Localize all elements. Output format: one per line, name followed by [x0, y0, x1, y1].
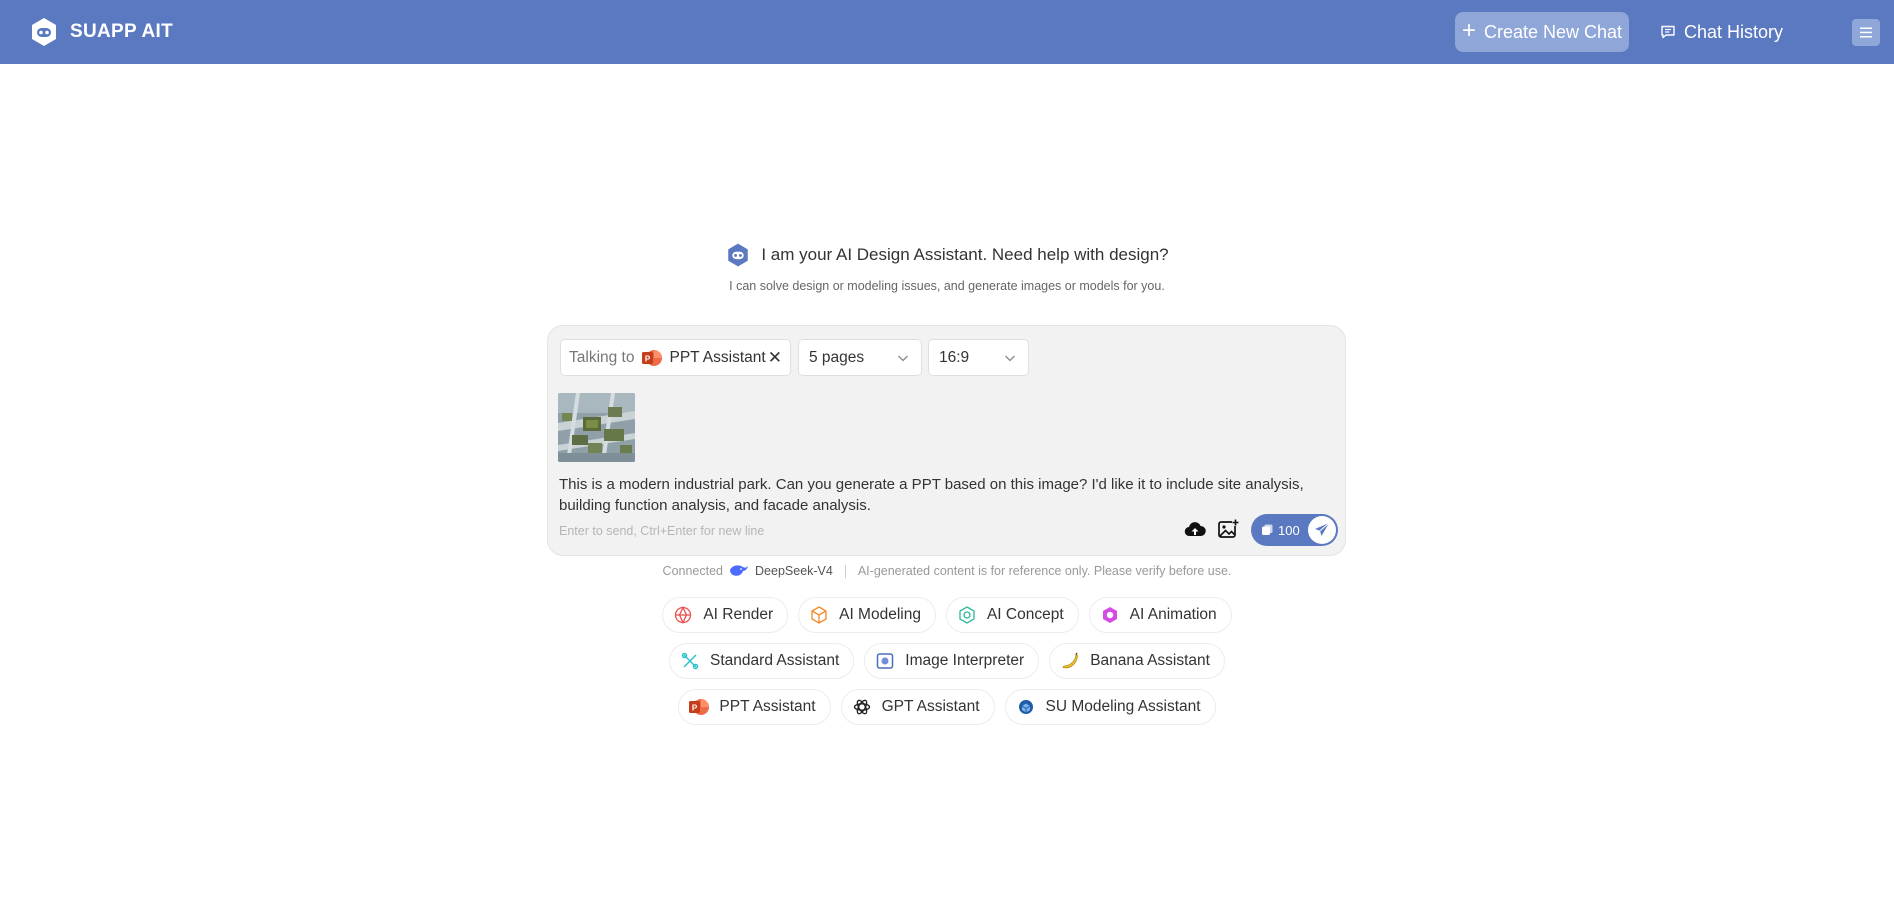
- chip-ppt-assistant[interactable]: P PPT Assistant: [678, 689, 831, 725]
- chevron-down-icon: [1005, 355, 1015, 362]
- chevron-down-icon: [898, 355, 908, 362]
- connected-label: Connected: [662, 564, 724, 578]
- gpt-icon: [852, 697, 872, 717]
- image-interpreter-icon: [875, 651, 895, 671]
- robot-logo-icon: [32, 18, 56, 46]
- chip-ai-render[interactable]: AI Render: [662, 597, 789, 633]
- chip-label: AI Modeling: [839, 606, 921, 623]
- brand-name: SUAPP AIT: [70, 21, 173, 42]
- assistant-chips-row-2: Standard Assistant Image Interpreter Ban…: [0, 643, 1894, 679]
- banana-icon: [1060, 651, 1080, 671]
- connection-status: Connected DeepSeek-V4 AI-generated conte…: [0, 564, 1894, 578]
- menu-button[interactable]: [1852, 19, 1880, 46]
- paper-plane-icon: [1315, 522, 1330, 536]
- chip-ai-concept[interactable]: AI Concept: [945, 597, 1079, 633]
- credits-count: 100: [1278, 522, 1300, 538]
- chat-composer: Talking to P PPT Assistant ✕ 5 pages 16:…: [547, 325, 1346, 556]
- remove-assistant-close-icon[interactable]: ✕: [768, 348, 782, 368]
- chat-history-label: Chat History: [1684, 21, 1784, 42]
- send-circle: [1308, 516, 1336, 544]
- render-icon: [673, 605, 693, 625]
- cloud-upload-icon[interactable]: [1184, 519, 1206, 541]
- animation-icon: [1100, 605, 1120, 625]
- create-new-chat-button[interactable]: + Create New Chat: [1455, 12, 1629, 52]
- chip-label: AI Concept: [986, 606, 1064, 623]
- powerpoint-icon: P: [642, 349, 663, 366]
- chip-label: GPT Assistant: [881, 698, 980, 715]
- hamburger-menu-icon: [1860, 27, 1872, 38]
- create-new-chat-label: Create New Chat: [1483, 21, 1623, 42]
- chip-banana-assistant[interactable]: Banana Assistant: [1049, 643, 1225, 679]
- chip-label: Banana Assistant: [1090, 652, 1210, 669]
- aspect-ratio-select[interactable]: 16:9: [928, 339, 1029, 376]
- ppt-icon: P: [689, 697, 710, 717]
- add-image-icon[interactable]: [1217, 518, 1239, 540]
- concept-icon: [957, 605, 977, 625]
- chip-label: AI Render: [703, 606, 774, 623]
- chip-label: PPT Assistant: [719, 698, 816, 715]
- pages-value: 5 pages: [809, 348, 865, 366]
- brand[interactable]: SUAPP AIT: [28, 16, 173, 48]
- assistant-chips-row-1: AI Render AI Modeling AI Concept AI Anim…: [0, 597, 1894, 633]
- top-navbar: SUAPP AIT + Create New Chat Chat History: [0, 0, 1894, 64]
- greeting: I am your AI Design Assistant. Need help…: [0, 241, 1894, 269]
- ratio-value: 16:9: [939, 348, 970, 366]
- pages-select[interactable]: 5 pages: [798, 339, 922, 376]
- talking-to-label: Talking to: [569, 348, 635, 366]
- assistant-chips-row-3: P PPT Assistant GPT Assistant SU Modelin…: [0, 689, 1894, 725]
- standard-icon: [680, 651, 700, 671]
- chip-label: AI Animation: [1129, 606, 1217, 623]
- chip-ai-animation[interactable]: AI Animation: [1088, 597, 1232, 633]
- assistant-avatar-icon: [728, 243, 749, 267]
- svg-text:P: P: [692, 704, 698, 713]
- chip-label: Standard Assistant: [710, 652, 840, 669]
- chat-bubble-icon: [1661, 25, 1675, 39]
- deepseek-whale-icon: [730, 565, 749, 576]
- chip-ai-modeling[interactable]: AI Modeling: [798, 597, 936, 633]
- chip-image-interpreter[interactable]: Image Interpreter: [864, 643, 1040, 679]
- su-icon: [1016, 697, 1036, 717]
- chip-gpt-assistant[interactable]: GPT Assistant: [840, 689, 995, 725]
- attached-image-thumbnail[interactable]: [558, 393, 635, 462]
- chip-su-modeling-assistant[interactable]: SU Modeling Assistant: [1004, 689, 1216, 725]
- greeting-subtitle: I can solve design or modeling issues, a…: [729, 279, 1165, 293]
- plus-icon: +: [1461, 17, 1476, 44]
- modeling-icon: [809, 605, 829, 625]
- chip-label: Image Interpreter: [905, 652, 1025, 669]
- svg-text:P: P: [645, 354, 651, 363]
- disclaimer: AI-generated content is for reference on…: [857, 564, 1232, 578]
- send-button[interactable]: 100: [1251, 514, 1338, 546]
- chip-label: SU Modeling Assistant: [1045, 698, 1201, 715]
- active-assistant-tag: Talking to P PPT Assistant ✕: [560, 339, 791, 376]
- chat-history-button[interactable]: Chat History: [1660, 12, 1783, 52]
- credits-icon: [1262, 524, 1273, 535]
- divider: [844, 564, 846, 578]
- send-hint: Enter to send, Ctrl+Enter for new line: [559, 524, 765, 538]
- chip-standard-assistant[interactable]: Standard Assistant: [669, 643, 855, 679]
- message-input[interactable]: This is a modern industrial park. Can yo…: [559, 474, 1329, 516]
- greeting-title: I am your AI Design Assistant. Need help…: [761, 245, 1169, 264]
- model-name: DeepSeek-V4: [755, 564, 833, 578]
- industrial-park-image: [558, 393, 635, 462]
- assistant-name: PPT Assistant: [669, 348, 766, 366]
